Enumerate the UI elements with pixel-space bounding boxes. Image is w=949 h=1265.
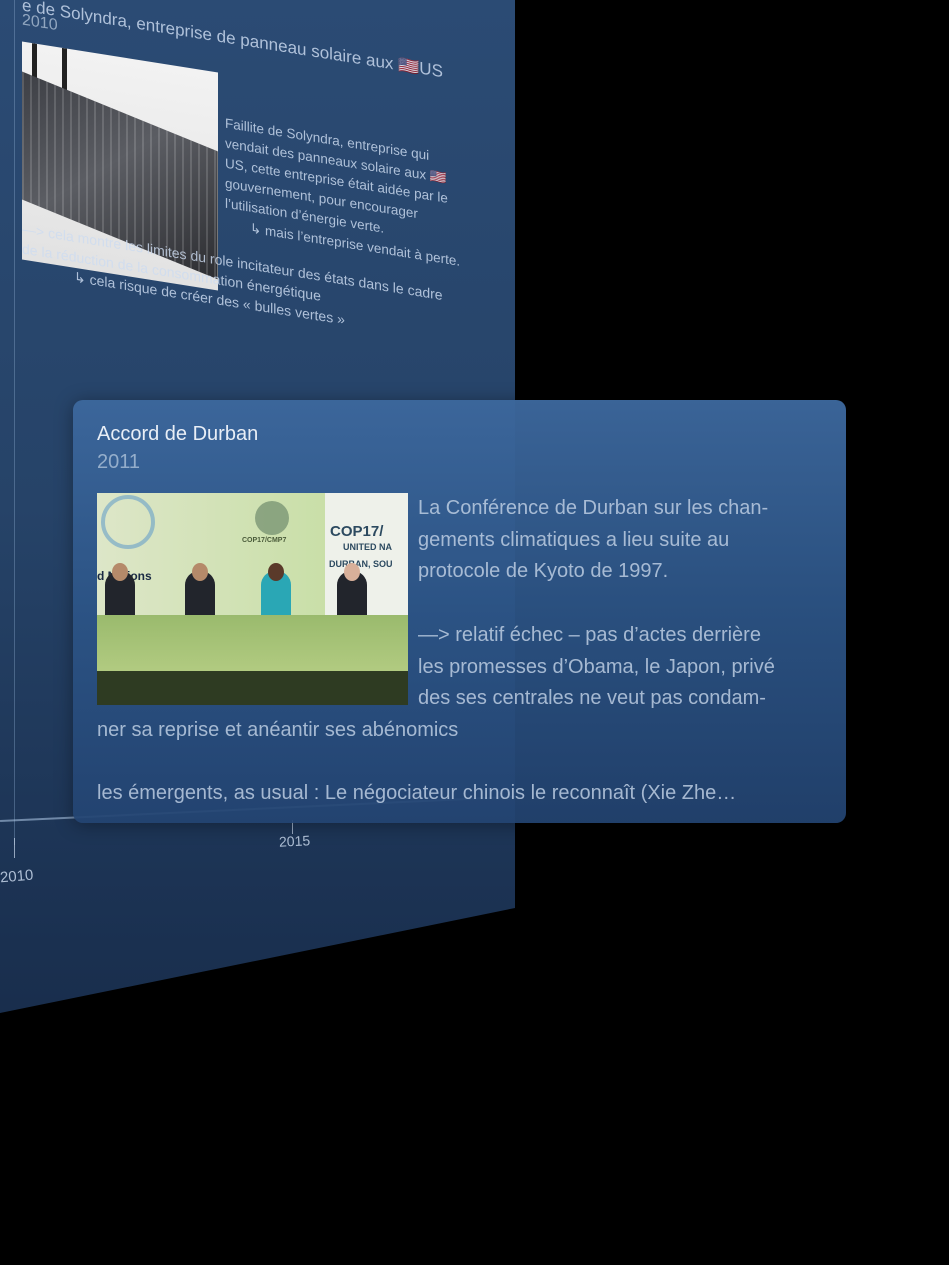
text-line: gements climatiques a lieu suite au xyxy=(418,528,730,551)
photo-plants xyxy=(97,671,408,705)
cop17-conference-photo[interactable]: COP17/CMP7 COP17/ UNITED NA DURBAN, SOU … xyxy=(97,493,408,705)
text-line: protocole de Kyoto de 1997. xyxy=(418,560,669,582)
app-stage: e de Solyndra, entreprise de panneau sol… xyxy=(0,0,949,1265)
card-paragraph-2-continued: ner sa reprise et anéantir ses abénomics xyxy=(97,719,459,741)
photo-person xyxy=(261,563,291,617)
text-line: les promesses d’Obama, le Japon, privé xyxy=(418,655,775,678)
card-paragraph-3: les émergents, as usual : Le négociateur… xyxy=(97,782,737,804)
photo-text-cop: COP17/CMP7 xyxy=(242,537,287,544)
photo-person xyxy=(185,563,215,617)
card-paragraph-1: La Conférence de Durban sur les chan- ge… xyxy=(418,493,768,588)
photo-person xyxy=(337,563,367,617)
text-line: des ses centrales ne veut pas condam- xyxy=(418,687,766,709)
card-year: 2011 xyxy=(97,451,141,473)
text-line: La Conférence de Durban sur les chan- xyxy=(418,497,769,519)
card-paragraph-2: —> relatif échec – pas d’actes derrière … xyxy=(418,620,775,715)
photo-text-city: DURBAN, SOU xyxy=(329,559,393,569)
baobab-tree-icon xyxy=(255,501,289,535)
card-title: Accord de Durban xyxy=(97,423,259,445)
axis-label-2015: 2015 xyxy=(278,832,311,850)
photo-text-cop-large: COP17/ xyxy=(330,523,384,540)
photo-table xyxy=(97,615,408,675)
photo-text-un: UNITED NA xyxy=(343,542,392,552)
event-card-durban[interactable]: Accord de Durban 2011 COP17/CMP7 COP17/ … xyxy=(73,400,846,823)
un-climate-logo-icon xyxy=(101,495,155,549)
photo-person xyxy=(105,563,135,617)
axis-tick xyxy=(14,838,15,858)
axis-label-2010: 2010 xyxy=(0,866,35,887)
text-line: —> relatif échec – pas d’actes derrière xyxy=(418,624,761,646)
